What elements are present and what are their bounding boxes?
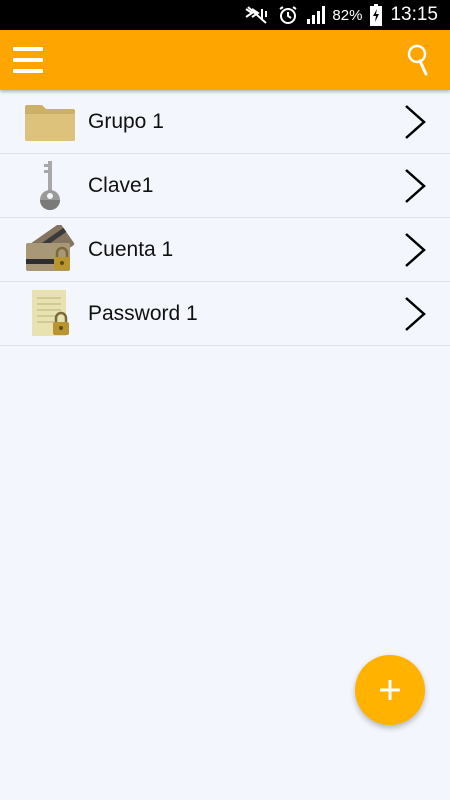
chevron-right-icon bbox=[402, 168, 428, 204]
list-item-label: Clave1 bbox=[88, 173, 154, 197]
list-item-cuenta-1[interactable]: Cuenta 1 bbox=[0, 218, 450, 282]
chevron-right-icon bbox=[402, 104, 428, 140]
list-item-label: Cuenta 1 bbox=[88, 237, 174, 261]
item-list: Grupo 1 Clave1 Cuenta 1 Password 1 bbox=[0, 90, 450, 346]
alarm-icon bbox=[278, 5, 298, 25]
list-item-password-1[interactable]: Password 1 bbox=[0, 282, 450, 346]
hamburger-menu-icon[interactable] bbox=[10, 42, 48, 78]
status-bar: 82% 13:15 bbox=[0, 0, 450, 30]
document-lock-icon bbox=[22, 289, 78, 338]
key-icon bbox=[22, 160, 78, 210]
battery-charging-icon bbox=[370, 4, 383, 26]
battery-percent: 82% bbox=[332, 6, 363, 24]
credit-card-lock-icon bbox=[22, 224, 78, 274]
search-icon[interactable] bbox=[404, 42, 434, 78]
folder-icon bbox=[22, 98, 78, 146]
list-item-clave1[interactable]: Clave1 bbox=[0, 154, 450, 218]
signal-icon bbox=[306, 5, 328, 25]
chevron-right-icon bbox=[402, 296, 428, 332]
list-item-label: Password 1 bbox=[88, 301, 198, 325]
list-item-grupo-1[interactable]: Grupo 1 bbox=[0, 90, 450, 154]
list-item-label: Grupo 1 bbox=[88, 109, 164, 133]
status-time: 13:15 bbox=[390, 4, 438, 25]
app-bar bbox=[0, 30, 450, 90]
chevron-right-icon bbox=[402, 232, 428, 268]
nfc-mute-icon bbox=[244, 5, 270, 25]
plus-icon bbox=[380, 680, 400, 700]
add-button[interactable] bbox=[355, 655, 425, 725]
